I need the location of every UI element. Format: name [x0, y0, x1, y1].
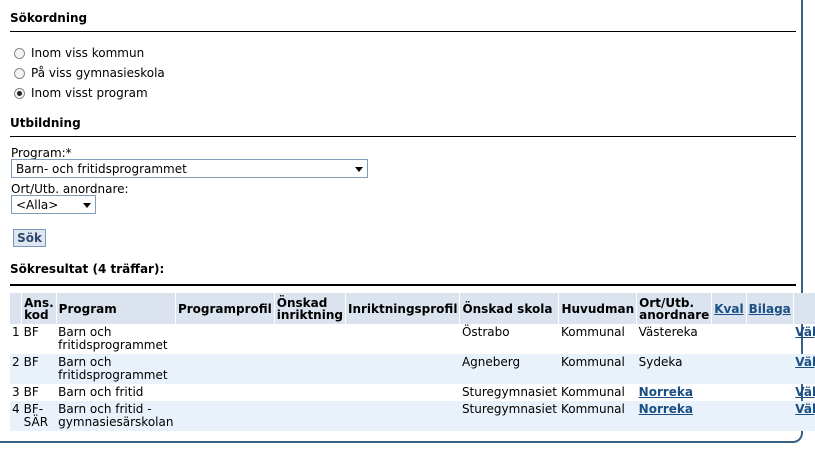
row-inriktningsprofil — [345, 401, 460, 431]
row-inriktning — [274, 354, 346, 384]
ort-link[interactable]: Norreka — [639, 402, 693, 416]
col-ort: Ort/Utb. anordnare — [636, 293, 713, 324]
row-huvudman: Kommunal — [558, 354, 637, 384]
radio-pa-viss-gymnasieskola[interactable]: På viss gymnasieskola — [14, 66, 165, 80]
table-row: 4 BF-SÄR Barn och fritid - gymnasiesärsk… — [10, 401, 815, 431]
table-row: 1 BF Barn och fritidsprogrammet Östrabo … — [10, 324, 815, 354]
row-num: 3 — [12, 385, 20, 399]
row-kod: BF-SÄR — [21, 401, 57, 431]
program-select-value: Barn- och fritidsprogrammet — [16, 161, 187, 176]
row-programprofil — [175, 354, 275, 384]
row-program: Barn och fritid - gymnasiesärskolan — [56, 401, 176, 431]
valj-link[interactable]: Välj — [795, 355, 815, 369]
row-kod: BF — [21, 354, 57, 384]
results-heading: Sökresultat (4 träffar): — [10, 262, 165, 276]
row-action[interactable]: Välj — [793, 401, 815, 431]
chevron-down-icon — [355, 167, 363, 172]
radio-button-selected[interactable] — [14, 87, 25, 99]
row-huvudman: Kommunal — [560, 325, 625, 339]
ort-select[interactable]: <Alla> — [11, 195, 96, 214]
divider — [10, 31, 796, 32]
program-select[interactable]: Barn- och fritidsprogrammet — [11, 159, 368, 178]
utbildning-heading: Utbildning — [10, 116, 81, 130]
row-skola: Sturegymnasiet — [459, 401, 559, 431]
row-kod: BF — [23, 385, 39, 399]
row-kval — [711, 354, 747, 384]
ort-label: Ort/Utb. anordnare: — [11, 182, 129, 196]
valj-link[interactable]: Välj — [795, 385, 815, 399]
row-program: Barn och fritidsprogrammet — [56, 354, 176, 384]
row-bilaga — [746, 384, 793, 401]
col-ans-kod: Ans. kod — [21, 293, 57, 324]
divider — [10, 136, 796, 137]
ort-link[interactable]: Norreka — [639, 385, 693, 399]
row-bilaga — [746, 324, 793, 354]
row-inriktningsprofil — [345, 384, 459, 401]
table-row: 2 BF Barn och fritidsprogrammet Agneberg… — [10, 354, 815, 384]
row-huvudman: Kommunal — [560, 385, 625, 399]
row-inriktning — [274, 324, 345, 354]
search-button[interactable]: Sök — [13, 229, 46, 247]
table-header-row: Ans. kod Program Programprofil Önskad in… — [10, 293, 815, 324]
row-action[interactable]: Välj — [793, 324, 815, 354]
col-action — [793, 293, 815, 324]
col-onskad-inriktning: Önskad inriktning — [274, 293, 346, 324]
row-programprofil — [175, 324, 274, 354]
row-num: 4 — [10, 401, 22, 431]
row-skola: Östrabo — [461, 325, 510, 339]
sort-kval-link[interactable]: Kval — [714, 302, 743, 316]
row-ort[interactable]: Norreka — [636, 401, 712, 431]
row-skola: Agneberg — [459, 354, 559, 384]
col-programprofil: Programprofil — [175, 293, 275, 324]
row-inriktningsprofil — [345, 324, 459, 354]
col-kval[interactable]: Kval — [711, 293, 747, 324]
row-skola: Sturegymnasiet — [461, 385, 557, 399]
sort-bilaga-link[interactable]: Bilaga — [749, 302, 791, 316]
row-ort: Sydeka — [636, 354, 712, 384]
row-kval — [711, 401, 747, 431]
row-action[interactable]: Välj — [793, 354, 815, 384]
col-inriktningsprofil: Inriktningsprofil — [345, 293, 461, 324]
row-huvudman: Kommunal — [558, 401, 637, 431]
col-num — [10, 293, 23, 324]
row-kod: BF — [23, 325, 39, 339]
row-kval — [712, 324, 746, 354]
table-row: 3 BF Barn och fritid Sturegymnasiet Komm… — [10, 384, 815, 401]
row-programprofil — [175, 384, 274, 401]
valj-link[interactable]: Välj — [795, 325, 815, 339]
row-kval — [712, 384, 746, 401]
program-label: Program:* — [11, 146, 72, 160]
sokordning-heading: Sökordning — [10, 11, 88, 25]
row-bilaga — [746, 401, 794, 431]
radio-label: Inom visst program — [31, 86, 148, 100]
row-inriktningsprofil — [345, 354, 460, 384]
radio-inom-viss-kommun[interactable]: Inom viss kommun — [14, 46, 144, 60]
ort-select-value: <Alla> — [16, 197, 59, 212]
valj-link[interactable]: Välj — [795, 402, 815, 416]
chevron-down-icon — [83, 203, 91, 208]
row-programprofil — [175, 401, 275, 431]
radio-inom-visst-program[interactable]: Inom visst program — [14, 86, 148, 100]
col-onskad-skola: Önskad skola — [459, 293, 560, 324]
row-program: Barn och fritid — [58, 385, 144, 399]
col-huvudman: Huvudman — [558, 293, 638, 324]
radio-label: På viss gymnasieskola — [31, 66, 165, 80]
row-program: Barn och fritidsprogrammet — [58, 325, 168, 352]
row-num: 1 — [12, 325, 20, 339]
radio-label: Inom viss kommun — [31, 46, 145, 60]
divider — [10, 284, 796, 286]
row-inriktning — [274, 384, 345, 401]
col-bilaga[interactable]: Bilaga — [746, 293, 794, 324]
row-num: 2 — [10, 354, 22, 384]
row-ort: Västereka — [638, 325, 698, 339]
results-table: Ans. kod Program Programprofil Önskad in… — [10, 293, 815, 431]
radio-button[interactable] — [14, 67, 25, 79]
row-ort[interactable]: Norreka — [637, 384, 712, 401]
row-action[interactable]: Välj — [793, 384, 815, 401]
col-program: Program — [56, 293, 176, 324]
radio-button[interactable] — [14, 47, 25, 59]
row-inriktning — [274, 401, 346, 431]
row-bilaga — [746, 354, 794, 384]
